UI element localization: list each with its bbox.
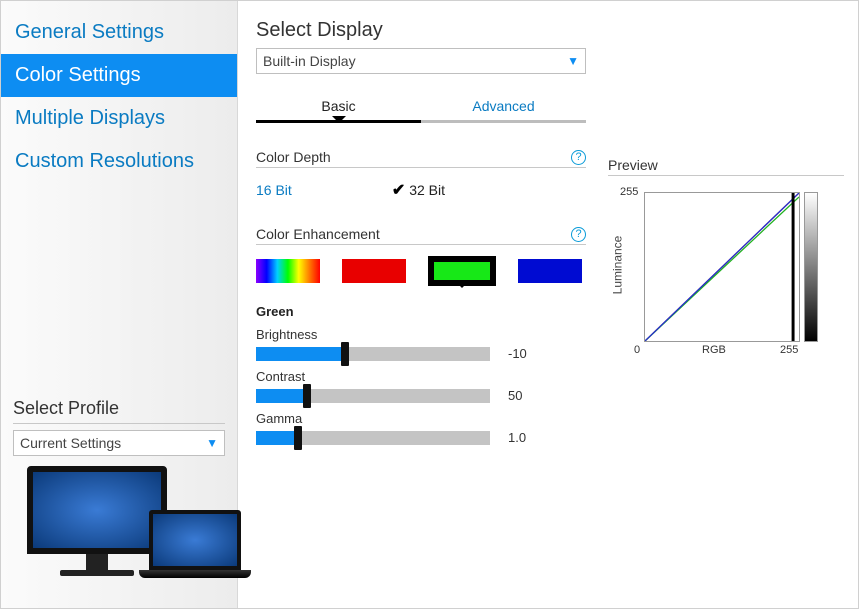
nav-item-multiple[interactable]: Multiple Displays	[1, 97, 237, 140]
gamma-label: Gamma	[256, 411, 586, 426]
contrast-label: Contrast	[256, 369, 586, 384]
nav-item-color[interactable]: Color Settings	[1, 54, 237, 97]
gamma-value: 1.0	[508, 430, 544, 445]
preview-chart: Luminance 255 0 RGB 255	[608, 190, 818, 370]
swatch-blue[interactable]	[518, 259, 582, 283]
help-icon[interactable]: ?	[571, 150, 586, 165]
nav-item-custom[interactable]: Custom Resolutions	[1, 140, 237, 183]
depth-32bit-option[interactable]: ✔ 32 Bit	[392, 180, 445, 200]
chevron-down-icon: ▼	[567, 54, 579, 68]
y-axis-label: Luminance	[610, 236, 624, 295]
check-icon: ✔	[392, 180, 405, 200]
tick-xmax: 255	[780, 344, 798, 356]
brightness-row: Brightness -10	[256, 327, 586, 361]
tab-basic[interactable]: Basic	[256, 98, 421, 123]
profile-select[interactable]: Current Settings ▼	[13, 430, 225, 456]
profile-select-value: Current Settings	[20, 435, 121, 451]
contrast-value: 50	[508, 388, 544, 403]
gamma-row: Gamma 1.0	[256, 411, 586, 445]
preview-column: Preview Luminance 255 0 RGB 255	[608, 19, 844, 598]
swatch-green[interactable]	[428, 256, 496, 286]
nav-item-general[interactable]: General Settings	[1, 11, 237, 54]
sidebar: General Settings Color Settings Multiple…	[1, 1, 238, 608]
gamma-slider[interactable]	[256, 431, 490, 445]
swatch-all[interactable]	[256, 259, 320, 283]
contrast-slider[interactable]	[256, 389, 490, 403]
chevron-down-icon: ▼	[206, 436, 218, 450]
tick-ymax: 255	[620, 186, 638, 198]
app-window: General Settings Color Settings Multiple…	[0, 0, 859, 609]
brightness-slider[interactable]	[256, 347, 490, 361]
display-select-value: Built-in Display	[263, 53, 356, 69]
help-icon[interactable]: ?	[571, 227, 586, 242]
channel-label: Green	[256, 304, 586, 319]
depth-16bit-option[interactable]: 16 Bit	[256, 180, 292, 200]
swatch-red[interactable]	[342, 259, 406, 283]
laptop-icon	[149, 510, 251, 578]
gradient-bar	[804, 192, 818, 342]
channel-swatches	[256, 245, 586, 286]
tab-advanced[interactable]: Advanced	[421, 98, 586, 123]
color-enhancement-title: Color Enhancement	[256, 226, 380, 242]
tick-min: 0	[634, 344, 640, 356]
page-title: Select Display	[256, 19, 586, 42]
x-axis-label: RGB	[702, 344, 726, 356]
profile-title: Select Profile	[13, 398, 225, 419]
divider	[13, 423, 225, 424]
depth-32bit-label: 32 Bit	[409, 182, 445, 198]
contrast-row: Contrast 50	[256, 369, 586, 403]
main-panel: Select Display Built-in Display ▼ Basic …	[238, 1, 858, 608]
monitor-icon	[27, 466, 167, 576]
settings-column: Select Display Built-in Display ▼ Basic …	[256, 19, 586, 598]
plot-area	[644, 192, 800, 342]
tab-bar: Basic Advanced	[256, 98, 586, 123]
color-depth-section: Color Depth ? 16 Bit ✔ 32 Bit	[256, 149, 586, 200]
preview-title: Preview	[608, 157, 844, 176]
color-enhancement-section: Color Enhancement ? Green Brightness	[256, 226, 586, 445]
nav-list: General Settings Color Settings Multiple…	[1, 1, 237, 183]
brightness-label: Brightness	[256, 327, 586, 342]
profile-section: Select Profile Current Settings ▼	[1, 398, 237, 608]
color-depth-title: Color Depth	[256, 149, 331, 165]
curve-lines	[645, 193, 799, 341]
brightness-value: -10	[508, 346, 544, 361]
devices-illustration	[13, 456, 225, 590]
display-select[interactable]: Built-in Display ▼	[256, 48, 586, 74]
